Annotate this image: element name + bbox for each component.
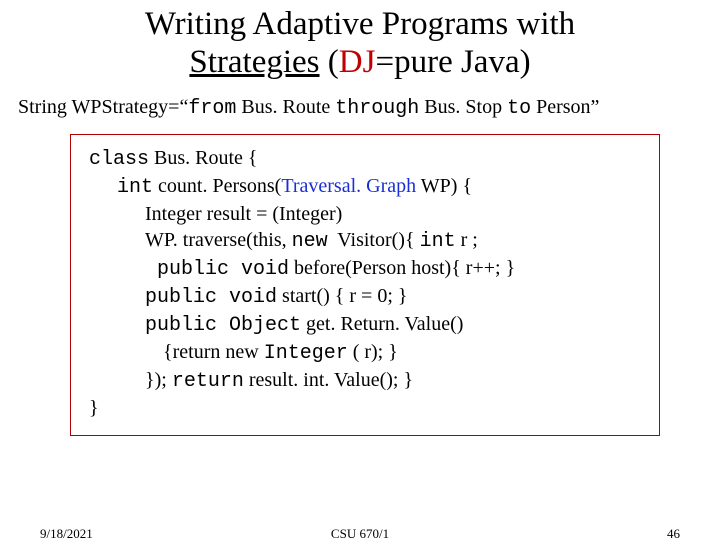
code-line-2: int count. Persons(Traversal. Graph WP) … [89,173,641,201]
kw-public-void2: public void [145,286,277,309]
code-l5b: before(Person host){ r++; } [289,257,515,279]
title-line2-strategies: Strategies [189,44,319,80]
title-paren-open: ( [320,44,339,80]
str-p5: Bus. Stop [419,96,507,118]
kw-int2: int [420,230,456,253]
kw-new: new [292,230,328,253]
code-line-6: public void start() { r = 0; } [89,283,641,311]
str-p1: String WPStrategy=“ [18,96,188,118]
strategy-definition: String WPStrategy=“from Bus. Route throu… [0,96,720,120]
str-p7: Person” [531,96,599,118]
str-from: from [188,97,236,120]
str-p3: Bus. Route [236,96,335,118]
code-l2b: count. Persons( [153,175,281,197]
code-l4e: r ; [456,229,478,251]
title-line2-rest: =pure Java) [375,44,530,80]
kw-public-object: public Object [145,314,301,337]
str-through: through [335,97,419,120]
code-line-8: {return new Integer ( r); } [89,339,641,367]
code-line-10: } [89,395,641,421]
code-box: class Bus. Route { int count. Persons(Tr… [70,134,660,436]
code-l9a: }); [145,369,172,391]
code-line-1: class Bus. Route { [89,145,641,173]
slide-title: Writing Adaptive Programs with Strategie… [0,0,720,82]
type-traversalgraph: Traversal. Graph [281,175,416,197]
title-line1: Writing Adaptive Programs with [145,6,575,42]
type-integer: Integer [264,342,348,365]
code-l8c: ( r); } [348,341,398,363]
code-l6b: start() { r = 0; } [277,285,407,307]
kw-int: int [117,176,153,199]
code-l9c: result. int. Value(); } [244,369,413,391]
code-line-7: public Object get. Return. Value() [89,311,641,339]
code-l10: } [89,397,99,419]
code-l4a: WP. traverse(this, [145,229,292,251]
title-dj: DJ [339,44,376,80]
code-l3: Integer result = (Integer) [145,203,342,225]
code-l1b: Bus. Route { [149,147,258,169]
kw-class: class [89,148,149,171]
str-to: to [507,97,531,120]
code-l2d: WP) { [416,175,472,197]
code-l4c: Visitor(){ [328,229,420,251]
kw-return: return [172,370,244,393]
slide: Writing Adaptive Programs with Strategie… [0,0,720,540]
code-l7b: get. Return. Value() [301,313,463,335]
kw-public-void1: public void [145,258,289,281]
code-line-4: WP. traverse(this, new Visitor(){ int r … [89,227,641,255]
code-line-5: public void before(Person host){ r++; } [89,255,641,283]
code-line-9: }); return result. int. Value(); } [89,367,641,395]
code-l8a: {return new [163,341,264,363]
code-line-3: Integer result = (Integer) [89,201,641,227]
